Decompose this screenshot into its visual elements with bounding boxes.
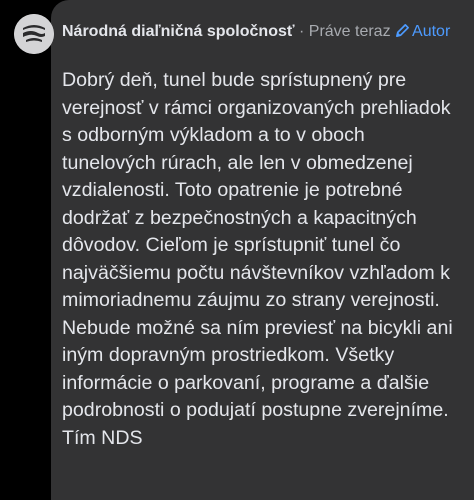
author-name[interactable]: Národná diaľničná spoločnosť xyxy=(62,23,295,40)
author-badge-label: Autor xyxy=(412,23,451,40)
pencil-icon xyxy=(396,24,409,37)
comment: Národná diaľničná spoločnosť · Práve ter… xyxy=(0,0,474,500)
comment-text: Dobrý deň, tunel bude sprístupnený pre v… xyxy=(62,69,453,449)
avatar[interactable] xyxy=(14,14,54,54)
nds-logo-icon xyxy=(14,14,54,54)
timestamp[interactable]: Práve teraz xyxy=(309,23,391,40)
comment-header: Národná diaľničná spoločnosť · Práve ter… xyxy=(62,20,462,44)
author-badge: Autor xyxy=(395,23,450,40)
separator-dot: · xyxy=(298,23,305,40)
